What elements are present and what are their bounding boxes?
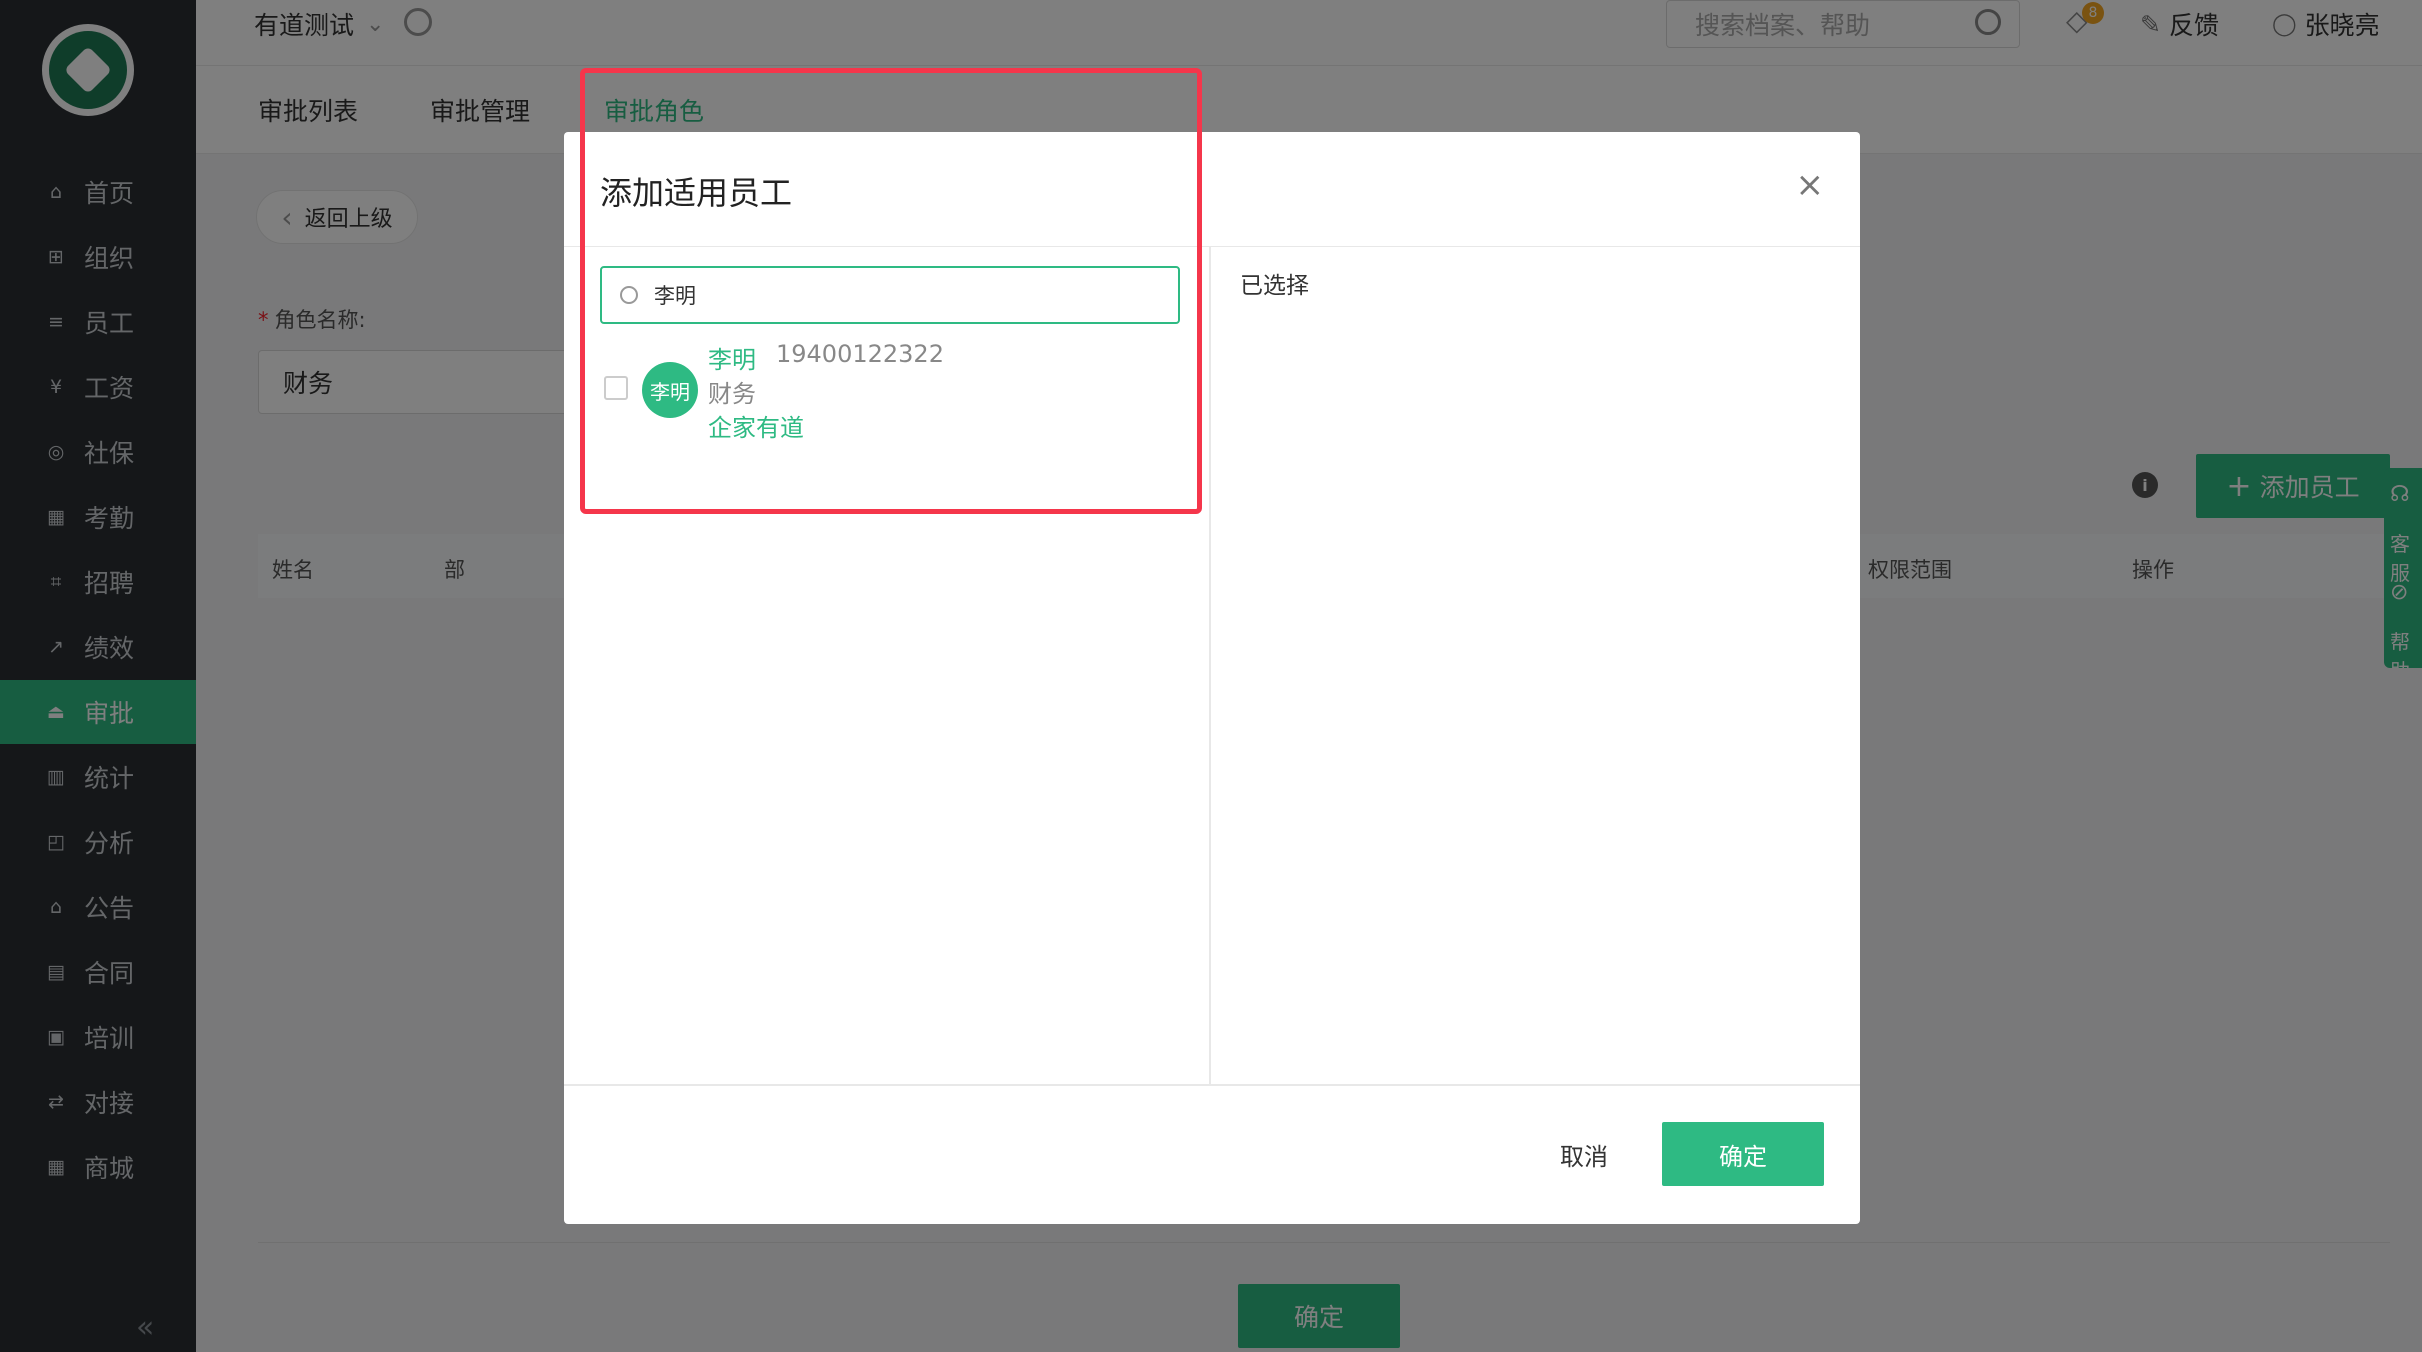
- cancel-button[interactable]: 取消: [1524, 1122, 1644, 1186]
- divider: [1209, 247, 1211, 1085]
- search-value: 李明: [654, 284, 696, 308]
- employee-checkbox[interactable]: [604, 376, 628, 400]
- modal-title: 添加适用员工: [600, 174, 793, 212]
- employee-company: 企家有道: [708, 414, 804, 442]
- employee-phone: 19400122322: [776, 340, 944, 368]
- ok-button[interactable]: 确定: [1662, 1122, 1824, 1186]
- employee-result-item[interactable]: 李明 李明 19400122322 财务 企家有道: [604, 338, 1184, 442]
- employee-search-input[interactable]: 李明: [600, 266, 1180, 324]
- avatar: 李明: [642, 362, 698, 418]
- selected-panel-title: 已选择: [1240, 273, 1309, 299]
- divider: [564, 246, 1860, 247]
- search-icon: [620, 286, 638, 304]
- add-employee-modal: 添加适用员工 × 李明 李明 李明 19400122322 财务 企家有道 已选…: [564, 132, 1860, 1224]
- employee-name: 李明: [708, 346, 756, 374]
- employee-department: 财务: [708, 380, 756, 408]
- close-icon[interactable]: ×: [1796, 168, 1825, 202]
- divider: [564, 1084, 1860, 1086]
